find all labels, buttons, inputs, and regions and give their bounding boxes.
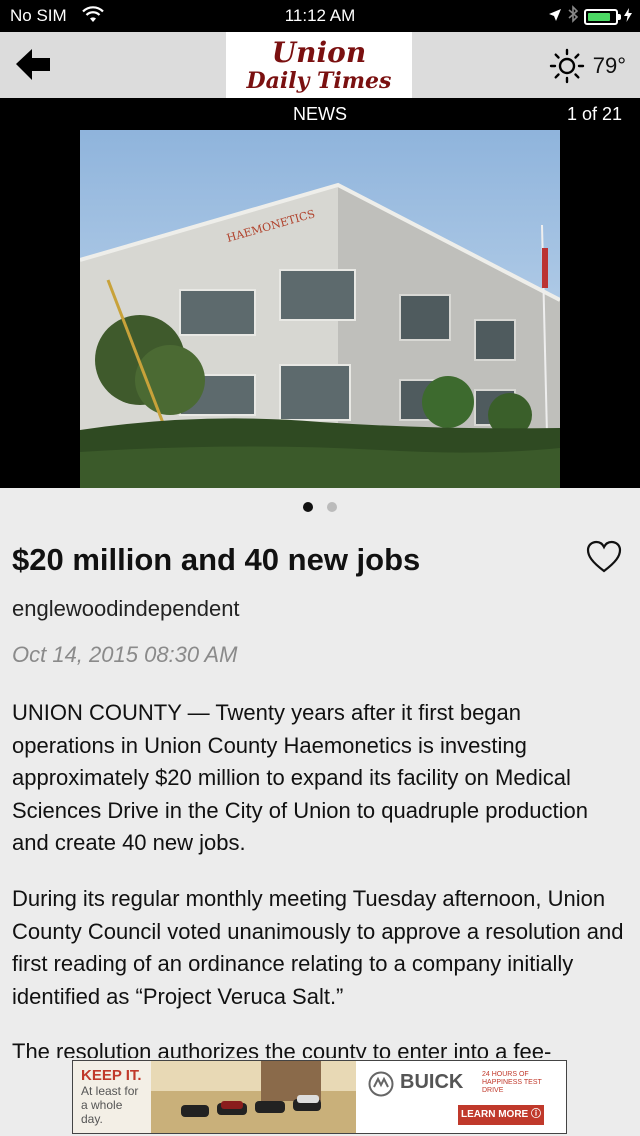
temperature: 79° (592, 53, 626, 78)
charging-icon (624, 7, 632, 27)
article-date: Oct 14, 2015 08:30 AM (12, 642, 238, 667)
ad-cars-image (151, 1061, 356, 1133)
heart-icon (586, 540, 622, 573)
article-title: $20 million and 40 new jobs (12, 542, 421, 577)
favorite-button[interactable] (586, 540, 622, 574)
logo-line-1: Union (271, 36, 367, 69)
back-button[interactable] (14, 46, 54, 84)
buick-logo-icon (368, 1071, 394, 1097)
ad-banner[interactable]: KEEP IT. At least for a whole day. BUICK… (72, 1060, 567, 1134)
article-paragraph: UNION COUNTY — Twenty years after it fir… (12, 700, 588, 855)
ad-subline-2: a whole day. (81, 1098, 123, 1126)
section-bar: NEWS 1 of 21 (0, 98, 640, 130)
battery-icon (584, 8, 621, 25)
article-paragraph: During its regular monthly meeting Tuesd… (12, 886, 624, 1009)
article-counter: 1 of 21 (566, 104, 622, 124)
article-author[interactable]: englewoodindependent (12, 596, 240, 622)
logo-line-2: Daily Times (246, 68, 392, 94)
gallery-pager[interactable] (0, 502, 640, 512)
back-arrow-icon (16, 49, 50, 80)
article-photo[interactable]: HAEMONETICS (80, 130, 560, 488)
location-icon (548, 7, 562, 27)
ad-copy: KEEP IT. At least for a whole day. (73, 1061, 151, 1133)
status-bar: No SIM 11:12 AM (0, 0, 640, 32)
clock: 11:12 AM (284, 6, 356, 25)
bluetooth-icon (568, 5, 579, 28)
pager-dot-1[interactable] (303, 502, 313, 512)
app-header: Union Daily Times 79° (0, 32, 640, 98)
masthead-logo: Union Daily Times (226, 32, 412, 98)
pager-dot-2[interactable] (327, 502, 337, 512)
ad-brand: BUICK (400, 1071, 464, 1093)
ad-headline: KEEP IT. (81, 1067, 142, 1084)
ad-brand-panel: BUICK 24 HOURS OF HAPPINESS TEST DRIVE L… (358, 1061, 566, 1133)
sun-icon (549, 48, 584, 84)
photo-gallery[interactable]: HAEMONETICS (0, 130, 640, 488)
learn-more-button[interactable]: LEARN MORE ⓘ (458, 1105, 544, 1125)
ad-tagline: 24 HOURS OF HAPPINESS TEST DRIVE (482, 1071, 542, 1094)
section-title: NEWS (293, 104, 347, 124)
weather-widget[interactable]: 79° (549, 48, 626, 84)
ad-subline-1: At least for (81, 1084, 139, 1098)
